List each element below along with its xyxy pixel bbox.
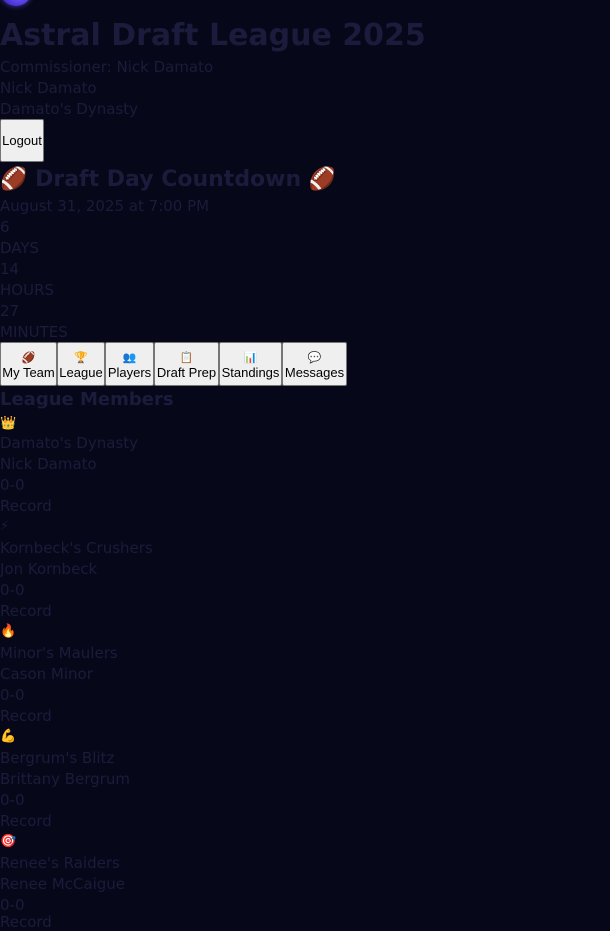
page-title: Astral Draft League 2025 [0,18,426,53]
member-record: 0-0 [0,581,25,599]
lightning-icon: ⚡ [0,519,10,534]
member-record-label: Record [0,497,52,515]
speech-bubble-icon: 💬 [307,352,322,364]
nav-label: Messages [284,365,345,380]
countdown-title-text: Draft Day Countdown [35,167,302,192]
people-icon: 👥 [122,352,137,364]
team-name: Damato's Dynasty [0,100,139,118]
flexed-bicep-icon: 💪 [0,729,17,744]
member-team-name: Renee's Raiders [0,854,120,872]
member-owner: Cason Minor [0,665,93,683]
user-name: Nick Damato [0,79,97,97]
app-page: Astral Draft League 2025 Commissioner: N… [0,0,610,931]
main-nav: 🏈 My Team 🏆 League 👥 Players 📋 Draft Pre… [0,342,347,386]
clipboard-icon: 📋 [179,352,194,364]
nav-league[interactable]: 🏆 League [57,342,105,386]
member-record: 0-0 [0,476,25,494]
member-team-name: Bergrum's Blitz [0,749,115,767]
football-icon: 🏈 [308,167,337,192]
fire-icon: 🔥 [0,624,17,639]
draft-date: August 31, 2025 at 7:00 PM [0,197,210,215]
member-team-name: Damato's Dynasty [0,434,139,452]
member-record-label: Record [0,913,52,931]
member-record-label: Record [0,602,52,620]
member-team-name: Minor's Maulers [0,644,118,662]
member-owner: Jon Kornbeck [0,560,98,578]
hours-label: HOURS [0,281,55,299]
days-label: DAYS [0,239,40,257]
nav-draft-prep[interactable]: 📋 Draft Prep [154,342,219,386]
nav-label: League [59,365,103,380]
member-owner: Nick Damato [0,455,97,473]
nav-players[interactable]: 👥 Players [105,342,154,386]
member-record: 0-0 [0,791,25,809]
member-record: 0-0 [0,686,25,704]
target-icon: 🎯 [0,834,17,849]
member-team-name: Kornbeck's Crushers [0,539,153,557]
nav-label: Draft Prep [156,365,217,380]
commissioner-text: Commissioner: Nick Damato [0,58,214,76]
countdown-title: 🏈 Draft Day Countdown 🏈 [0,165,336,195]
nav-messages[interactable]: 💬 Messages [282,342,347,386]
days-value: 6 [0,218,10,236]
logo-icon [0,0,32,6]
minutes-value: 27 [0,302,20,320]
crown-icon: 👑 [0,416,17,431]
member-owner: Brittany Bergrum [0,770,130,788]
nav-label: My Team [2,365,55,380]
nav-my-team[interactable]: 🏈 My Team [0,342,57,386]
nav-label: Players [107,365,152,380]
logout-button[interactable]: Logout [0,119,44,162]
minutes-label: MINUTES [0,323,68,341]
bar-chart-icon: 📊 [243,352,258,364]
football-icon: 🏈 [0,167,28,192]
member-record-label: Record [0,707,52,725]
football-icon: 🏈 [21,352,36,364]
hours-value: 14 [0,260,20,278]
members-title: League Members [0,389,174,410]
nav-standings[interactable]: 📊 Standings [219,342,282,386]
nav-label: Standings [221,365,280,380]
member-record-label: Record [0,812,52,830]
member-owner: Renee McCaigue [0,875,125,893]
trophy-icon: 🏆 [74,352,88,364]
